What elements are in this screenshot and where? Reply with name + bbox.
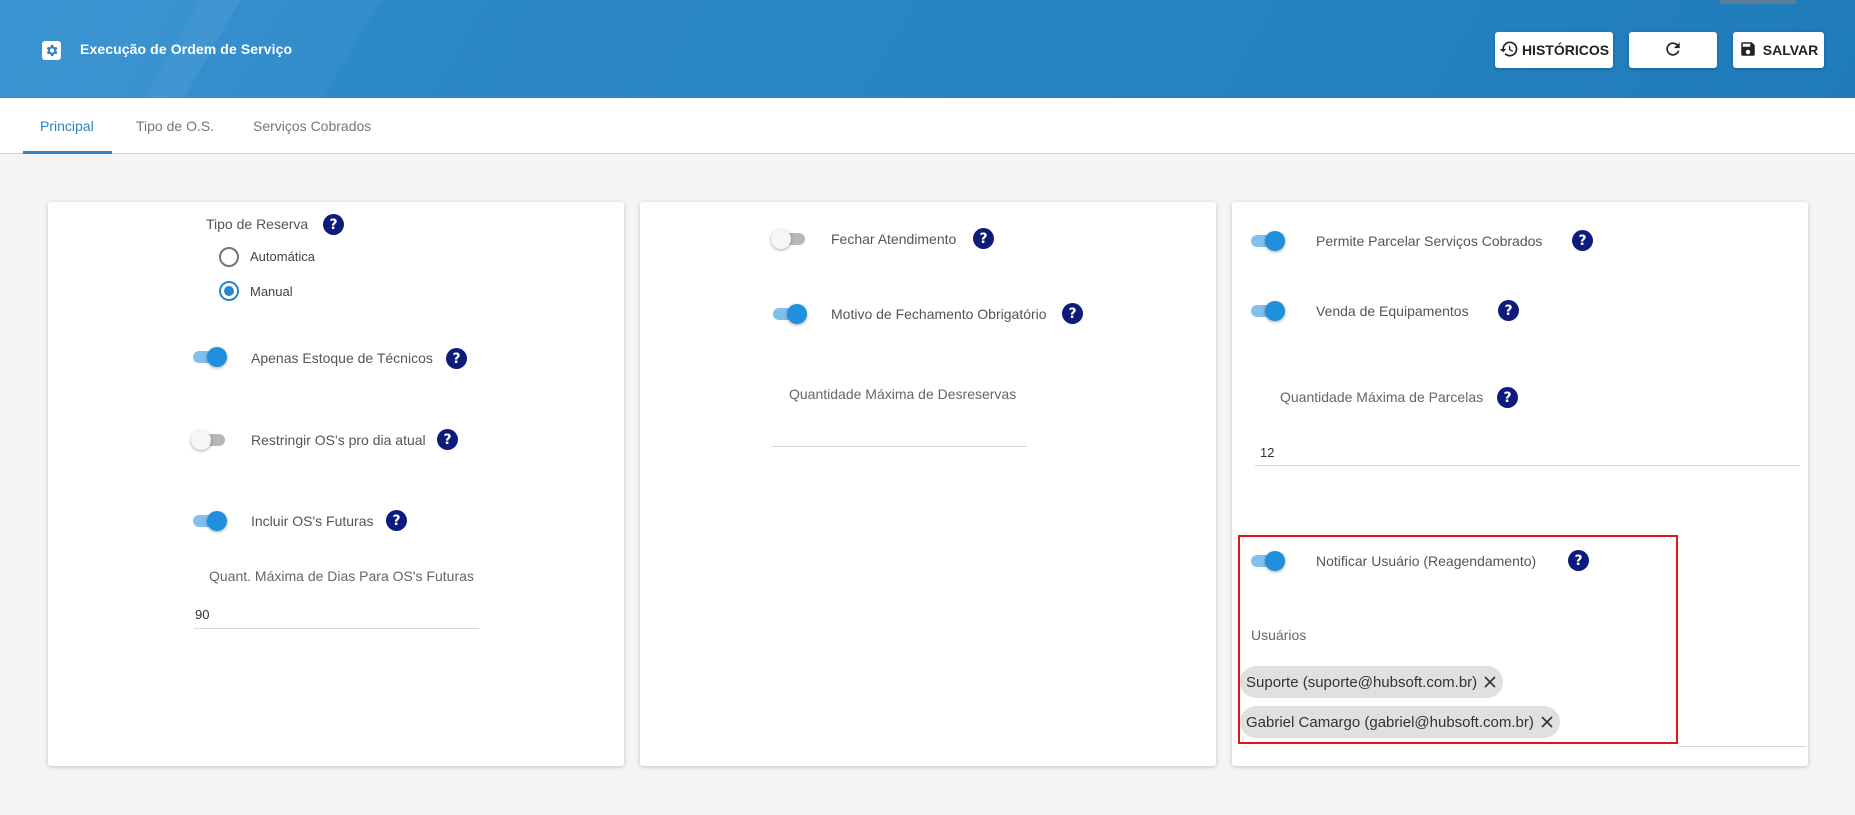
help-icon[interactable]: ? <box>446 348 467 369</box>
help-icon[interactable]: ? <box>1572 230 1593 251</box>
radio-automatica-label: Automática <box>250 249 316 264</box>
qtd-max-parcelas-input[interactable]: 12 <box>1260 445 1274 460</box>
historicos-button[interactable]: HISTÓRICOS <box>1495 32 1613 68</box>
highlight-box <box>1238 535 1678 744</box>
tab-bar: Principal Tipo de O.S. Serviços Cobrados <box>0 98 1855 154</box>
save-button[interactable]: SALVAR <box>1733 32 1824 68</box>
radio-manual[interactable] <box>219 281 239 301</box>
refresh-icon <box>1663 39 1683 62</box>
help-icon[interactable]: ? <box>386 510 407 531</box>
help-icon[interactable]: ? <box>1497 387 1518 408</box>
tab-servicos-cobrados[interactable]: Serviços Cobrados <box>253 98 371 154</box>
restringir-os-label: Restringir OS's pro dia atual <box>251 432 426 448</box>
radio-automatica[interactable] <box>219 247 239 267</box>
motivo-fechamento-toggle[interactable] <box>771 303 807 325</box>
incluir-futuras-label: Incluir OS's Futuras <box>251 513 374 529</box>
restringir-os-toggle[interactable] <box>191 429 227 451</box>
usuarios-underline <box>1678 746 1806 747</box>
qtd-max-parcelas-underline <box>1255 465 1800 466</box>
floppy-disk-icon <box>1739 40 1757 61</box>
tab-principal[interactable]: Principal <box>40 98 94 154</box>
qtd-max-desreservas-label: Quantidade Máxima de Desreservas <box>789 386 1017 402</box>
fechar-atendimento-label: Fechar Atendimento <box>831 231 957 247</box>
historicos-label: HISTÓRICOS <box>1521 42 1610 58</box>
page-title: Execução de Ordem de Serviço <box>80 41 293 57</box>
apenas-estoque-toggle[interactable] <box>191 346 227 368</box>
motivo-fechamento-label: Motivo de Fechamento Obrigatório <box>831 306 1047 322</box>
history-icon <box>1499 39 1519 62</box>
radio-manual-label: Manual <box>250 284 293 299</box>
quant-max-dias-input[interactable]: 90 <box>195 607 209 622</box>
refresh-button[interactable] <box>1629 32 1717 68</box>
card-reserva <box>48 202 624 766</box>
tipo-reserva-label: Tipo de Reserva <box>206 216 309 232</box>
active-tab-indicator <box>23 151 112 154</box>
quant-max-dias-label: Quant. Máxima de Dias Para OS's Futuras <box>209 568 474 584</box>
card-fechamento <box>640 202 1216 766</box>
app-header: Execução de Ordem de Serviço HISTÓRICOS … <box>0 0 1855 98</box>
venda-equipamentos-label: Venda de Equipamentos <box>1316 303 1469 319</box>
gear-icon <box>42 41 61 60</box>
qtd-max-parcelas-label: Quantidade Máxima de Parcelas <box>1280 389 1484 405</box>
qtd-max-desreservas-underline <box>772 446 1027 447</box>
permite-parcelar-toggle[interactable] <box>1249 230 1285 252</box>
quant-max-dias-underline <box>194 628 479 629</box>
help-icon[interactable]: ? <box>973 228 994 249</box>
tab-tipo-os[interactable]: Tipo de O.S. <box>136 98 214 154</box>
venda-equipamentos-toggle[interactable] <box>1249 300 1285 322</box>
help-icon[interactable]: ? <box>1498 300 1519 321</box>
help-icon[interactable]: ? <box>437 429 458 450</box>
apenas-estoque-label: Apenas Estoque de Técnicos <box>251 350 433 366</box>
header-top-indicator <box>1720 0 1796 4</box>
fechar-atendimento-toggle[interactable] <box>771 228 807 250</box>
help-icon[interactable]: ? <box>1062 303 1083 324</box>
help-icon[interactable]: ? <box>323 214 344 235</box>
incluir-futuras-toggle[interactable] <box>191 510 227 532</box>
save-label: SALVAR <box>1762 42 1819 58</box>
permite-parcelar-label: Permite Parcelar Serviços Cobrados <box>1316 233 1543 249</box>
